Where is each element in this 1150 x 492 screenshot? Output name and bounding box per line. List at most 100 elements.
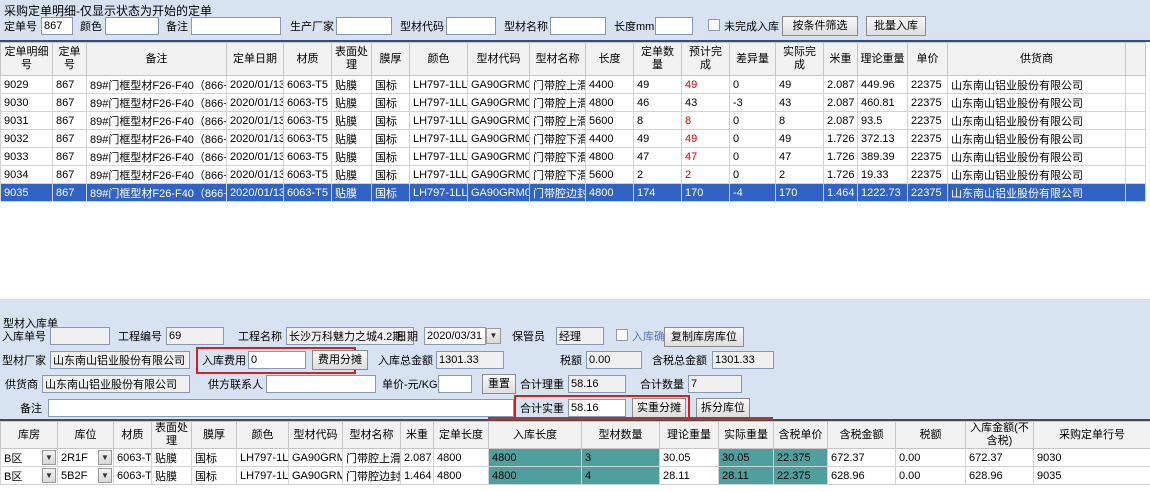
orders-col-header-4[interactable]: 材质 — [284, 43, 332, 76]
dropdown-arrow-icon[interactable]: ▼ — [98, 450, 112, 465]
filter-input-order-no[interactable] — [41, 17, 73, 35]
orders-col-header-13[interactable]: 差异量 — [730, 43, 776, 76]
inbound-col-header-12[interactable]: 理论重量 — [660, 422, 719, 449]
filter-input-profile-name[interactable] — [550, 17, 606, 35]
batch-inbound-button[interactable]: 批量入库 — [866, 16, 926, 36]
order-cell: 9031 — [1, 112, 53, 130]
date-dropdown-icon[interactable]: ▼ — [486, 328, 501, 344]
orders-col-header-8[interactable]: 型材代码 — [468, 43, 530, 76]
dropdown-arrow-icon[interactable]: ▼ — [98, 468, 112, 483]
order-row-9030[interactable]: 903086789#门框型材F26-F40（866+867）2020/01/13… — [1, 94, 1146, 112]
inbound-cell: 2.087 — [401, 449, 434, 467]
inbound-row[interactable]: B区▼2R1F▼6063-T5贴膜国标LH797-1LL0GA90GRM03门带… — [1, 449, 1150, 467]
incomplete-inbound-checkbox[interactable] — [708, 19, 720, 31]
order-cell: GA90GRM05 — [468, 184, 530, 202]
inbound-col-header-9[interactable]: 定单长度 — [434, 422, 489, 449]
orders-col-header-2[interactable]: 备注 — [87, 43, 227, 76]
order-cell: 0 — [730, 148, 776, 166]
project-no-field[interactable] — [166, 327, 224, 345]
inbound-col-header-18[interactable]: 采购定单行号 — [1034, 422, 1150, 449]
order-row-9029[interactable]: 902986789#门框型材F26-F40（866+867）2020/01/13… — [1, 76, 1146, 94]
inbound-col-header-14[interactable]: 含税单价 — [774, 422, 828, 449]
filter-input-color[interactable] — [105, 17, 159, 35]
orders-col-header-1[interactable]: 定单号 — [53, 43, 87, 76]
inbound-col-header-1[interactable]: 库位 — [58, 422, 114, 449]
orders-col-header-7[interactable]: 颜色 — [410, 43, 468, 76]
inbound-col-header-17[interactable]: 入库金额(不含税) — [966, 422, 1034, 449]
inbound-col-header-8[interactable]: 米重 — [401, 422, 434, 449]
copy-warehouse-button[interactable]: 复制库房库位 — [664, 327, 744, 347]
inbound-no-field[interactable] — [50, 327, 110, 345]
orders-col-header-18[interactable]: 供货商 — [948, 43, 1126, 76]
theory-weight-field[interactable] — [568, 375, 626, 393]
filter-input-profile-code[interactable] — [446, 17, 496, 35]
order-row-9033[interactable]: 903386789#门框型材F26-F40（866+867）2020/01/13… — [1, 148, 1146, 166]
dropdown-arrow-icon[interactable]: ▼ — [42, 450, 56, 465]
keeper-field[interactable] — [556, 327, 604, 345]
order-cell: 门带腔下滑 — [530, 148, 586, 166]
order-cell: 22375 — [908, 76, 948, 94]
tax-total-field[interactable] — [712, 351, 774, 369]
inbound-col-header-4[interactable]: 膜厚 — [192, 422, 237, 449]
orders-col-header-extra — [1126, 43, 1146, 76]
supplier-contact-field[interactable] — [266, 375, 376, 393]
orders-col-header-10[interactable]: 长度 — [586, 43, 634, 76]
orders-col-header-9[interactable]: 型材名称 — [530, 43, 586, 76]
order-cell: 0 — [730, 130, 776, 148]
inbound-col-header-13[interactable]: 实际重量 — [719, 422, 774, 449]
order-cell: 449.96 — [858, 76, 908, 94]
order-row-9031[interactable]: 903186789#门框型材F26-F40（866+867）2020/01/13… — [1, 112, 1146, 130]
filter-input-manufacturer[interactable] — [336, 17, 392, 35]
filter-input-remark[interactable] — [191, 17, 281, 35]
orders-col-header-6[interactable]: 膜厚 — [372, 43, 410, 76]
remark-field[interactable] — [48, 399, 514, 417]
project-name-field[interactable] — [286, 327, 414, 345]
inbound-col-header-7[interactable]: 型材名称 — [343, 422, 401, 449]
total-amount-field[interactable] — [436, 351, 504, 369]
dropdown-arrow-icon[interactable]: ▼ — [42, 468, 56, 483]
orders-col-header-14[interactable]: 实际完成 — [776, 43, 824, 76]
order-cell: 8 — [776, 112, 824, 130]
inbound-col-header-6[interactable]: 型材代码 — [289, 422, 343, 449]
inbound-row[interactable]: B区▼5B2F▼6063-T5贴膜国标LH797-1LL0GA90GRM05门带… — [1, 467, 1150, 485]
inbound-col-header-16[interactable]: 税额 — [896, 422, 966, 449]
reset-button[interactable]: 重置 — [482, 374, 516, 394]
inbound-col-header-15[interactable]: 含税金额 — [828, 422, 896, 449]
orders-col-header-11[interactable]: 定单数量 — [634, 43, 682, 76]
profile-factory-field[interactable] — [50, 351, 190, 369]
inbound-confirm-checkbox[interactable] — [616, 329, 628, 341]
orders-col-header-12[interactable]: 预计完成 — [682, 43, 730, 76]
fee-allocate-button[interactable]: 费用分摊 — [312, 350, 368, 370]
total-amount-label: 入库总金额 — [378, 354, 433, 368]
filter-input-length[interactable] — [655, 17, 693, 35]
inbound-col-header-0[interactable]: 库房 — [1, 422, 58, 449]
orders-col-header-3[interactable]: 定单日期 — [227, 43, 284, 76]
inbound-cell: 4800 — [434, 449, 489, 467]
inbound-col-header-3[interactable]: 表面处理 — [152, 422, 192, 449]
total-qty-field[interactable] — [688, 375, 742, 393]
orders-col-header-0[interactable]: 定单明细号 — [1, 43, 53, 76]
filter-by-condition-button[interactable]: 按条件筛选 — [782, 16, 858, 36]
supplier-field[interactable] — [42, 375, 190, 393]
date-field[interactable] — [424, 327, 486, 345]
orders-col-header-17[interactable]: 单价 — [908, 43, 948, 76]
orders-col-header-15[interactable]: 米重 — [824, 43, 858, 76]
inbound-col-header-11[interactable]: 型材数量 — [582, 422, 660, 449]
order-row-9035[interactable]: 903586789#门框型材F26-F40（866+867）2020/01/13… — [1, 184, 1146, 202]
order-row-9034[interactable]: 903486789#门框型材F26-F40（866+867）2020/01/13… — [1, 166, 1146, 184]
actual-weight-field[interactable] — [568, 399, 626, 417]
order-row-9032[interactable]: 903286789#门框型材F26-F40（866+867）2020/01/13… — [1, 130, 1146, 148]
tax-field[interactable] — [586, 351, 642, 369]
order-cell — [1126, 184, 1146, 202]
inbound-table-area: 库房库位材质表面处理膜厚颜色型材代码型材名称米重定单长度入库长度型材数量理论重量… — [0, 419, 1150, 492]
orders-col-header-16[interactable]: 理论重量 — [858, 43, 908, 76]
actual-weight-allocate-button[interactable]: 实重分摊 — [632, 398, 686, 418]
inbound-col-header-5[interactable]: 颜色 — [237, 422, 289, 449]
unit-price-field[interactable] — [438, 375, 472, 393]
split-location-button[interactable]: 拆分库位 — [696, 398, 750, 418]
inbound-fee-field[interactable] — [248, 351, 306, 369]
inbound-col-header-10[interactable]: 入库长度 — [489, 422, 582, 449]
inbound-col-header-2[interactable]: 材质 — [114, 422, 152, 449]
order-cell: 6063-T5 — [284, 76, 332, 94]
orders-col-header-5[interactable]: 表面处理 — [332, 43, 372, 76]
